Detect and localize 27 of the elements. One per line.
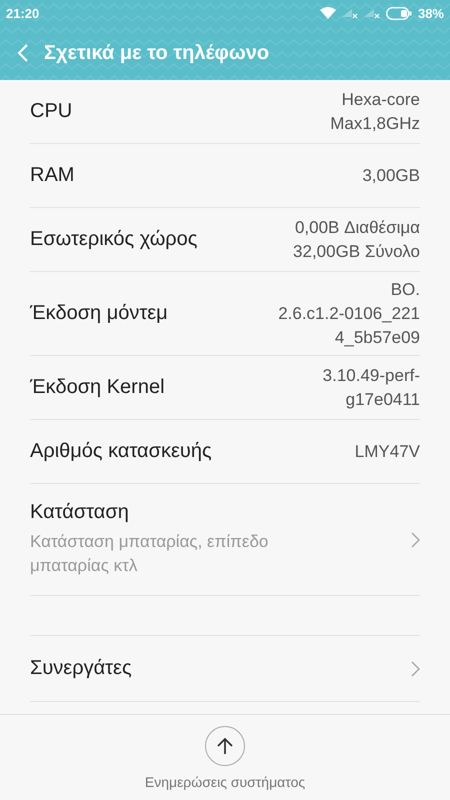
no-signal-icon (342, 7, 358, 19)
setting-label: CPU (30, 100, 72, 123)
chevron-icon (411, 660, 420, 676)
setting-label: Έκδοση μόντεμ (30, 302, 168, 325)
update-button[interactable] (205, 726, 245, 766)
setting-label[interactable]: Κατάσταση (30, 501, 340, 524)
setting-value: 3.10.49-perf- g17e0411 (322, 364, 420, 410)
chevron-icon (411, 532, 420, 548)
setting-value: 0,00B Διαθέσιμα 32,00GB Σύνολο (293, 216, 420, 262)
update-label[interactable]: Ενημερώσεις συστήματος (144, 774, 306, 790)
setting-label[interactable]: Συνεργάτες (30, 657, 132, 680)
setting-value: BO. 2.6.c1.2-0106_221 4_5b57e09 (278, 278, 420, 348)
arrow-up-icon (217, 736, 233, 754)
battery-icon (386, 6, 412, 20)
status-time: 21:20 (6, 6, 40, 20)
setting-description: Κατάσταση μπαταρίας, επίπεδο μπαταρίας κτλ (30, 531, 270, 577)
setting-value: 3,00GB (362, 164, 420, 186)
setting-value: LMY47V (354, 440, 420, 462)
setting-label: Αριθμός κατασκευής (30, 440, 212, 463)
setting-label: Έκδοση Kernel (30, 376, 165, 399)
setting-label: RAM (30, 164, 74, 187)
setting-value: Hexa-core Max1,8GHz (330, 88, 420, 134)
no-signal-icon (364, 7, 380, 19)
wifi-icon (320, 7, 336, 19)
setting-label: Εσωτερικός χώρος (30, 228, 198, 251)
battery-percent: 38% (418, 6, 444, 20)
page-title: Σχετικά με το τηλέφωνο (44, 42, 270, 64)
